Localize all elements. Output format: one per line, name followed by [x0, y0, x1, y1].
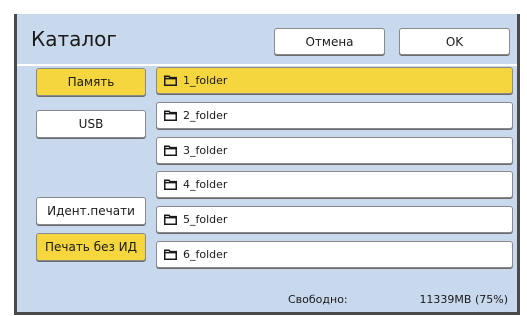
- folder-icon: [164, 145, 177, 156]
- screen: Каталог Отмена OK Память USB Идент.печат…: [0, 0, 527, 316]
- folder-item-2[interactable]: 2_folder: [156, 102, 513, 129]
- print-without-id-button[interactable]: Печать без ИД: [36, 233, 146, 261]
- folder-icon: [164, 110, 177, 121]
- folder-icon: [164, 214, 177, 225]
- ok-button[interactable]: OK: [399, 28, 510, 55]
- cancel-button[interactable]: Отмена: [274, 28, 385, 55]
- folder-icon: [164, 249, 177, 260]
- print-id-button[interactable]: Идент.печати: [36, 197, 146, 225]
- free-space-label: Свободно:: [288, 293, 348, 306]
- memory-button[interactable]: Память: [36, 68, 146, 96]
- folder-icon: [164, 75, 177, 86]
- folder-item-6[interactable]: 6_folder: [156, 241, 513, 268]
- title-divider: [17, 64, 517, 66]
- folder-item-4[interactable]: 4_folder: [156, 171, 513, 198]
- folder-label: 4_folder: [183, 178, 228, 191]
- folder-label: 5_folder: [183, 213, 228, 226]
- free-space-value: 11339MB (75%): [419, 293, 508, 306]
- folder-item-3[interactable]: 3_folder: [156, 137, 513, 164]
- folder-label: 6_folder: [183, 248, 228, 261]
- folder-item-5[interactable]: 5_folder: [156, 206, 513, 233]
- folder-label: 3_folder: [183, 144, 228, 157]
- catalog-dialog: Каталог Отмена OK Память USB Идент.печат…: [14, 14, 520, 315]
- folder-item-1[interactable]: 1_folder: [156, 67, 513, 94]
- title-bar: Каталог Отмена OK: [17, 14, 517, 64]
- usb-button[interactable]: USB: [36, 110, 146, 138]
- folder-label: 2_folder: [183, 109, 228, 122]
- folder-label: 1_folder: [183, 74, 228, 87]
- dialog-title: Каталог: [31, 27, 117, 51]
- folder-icon: [164, 179, 177, 190]
